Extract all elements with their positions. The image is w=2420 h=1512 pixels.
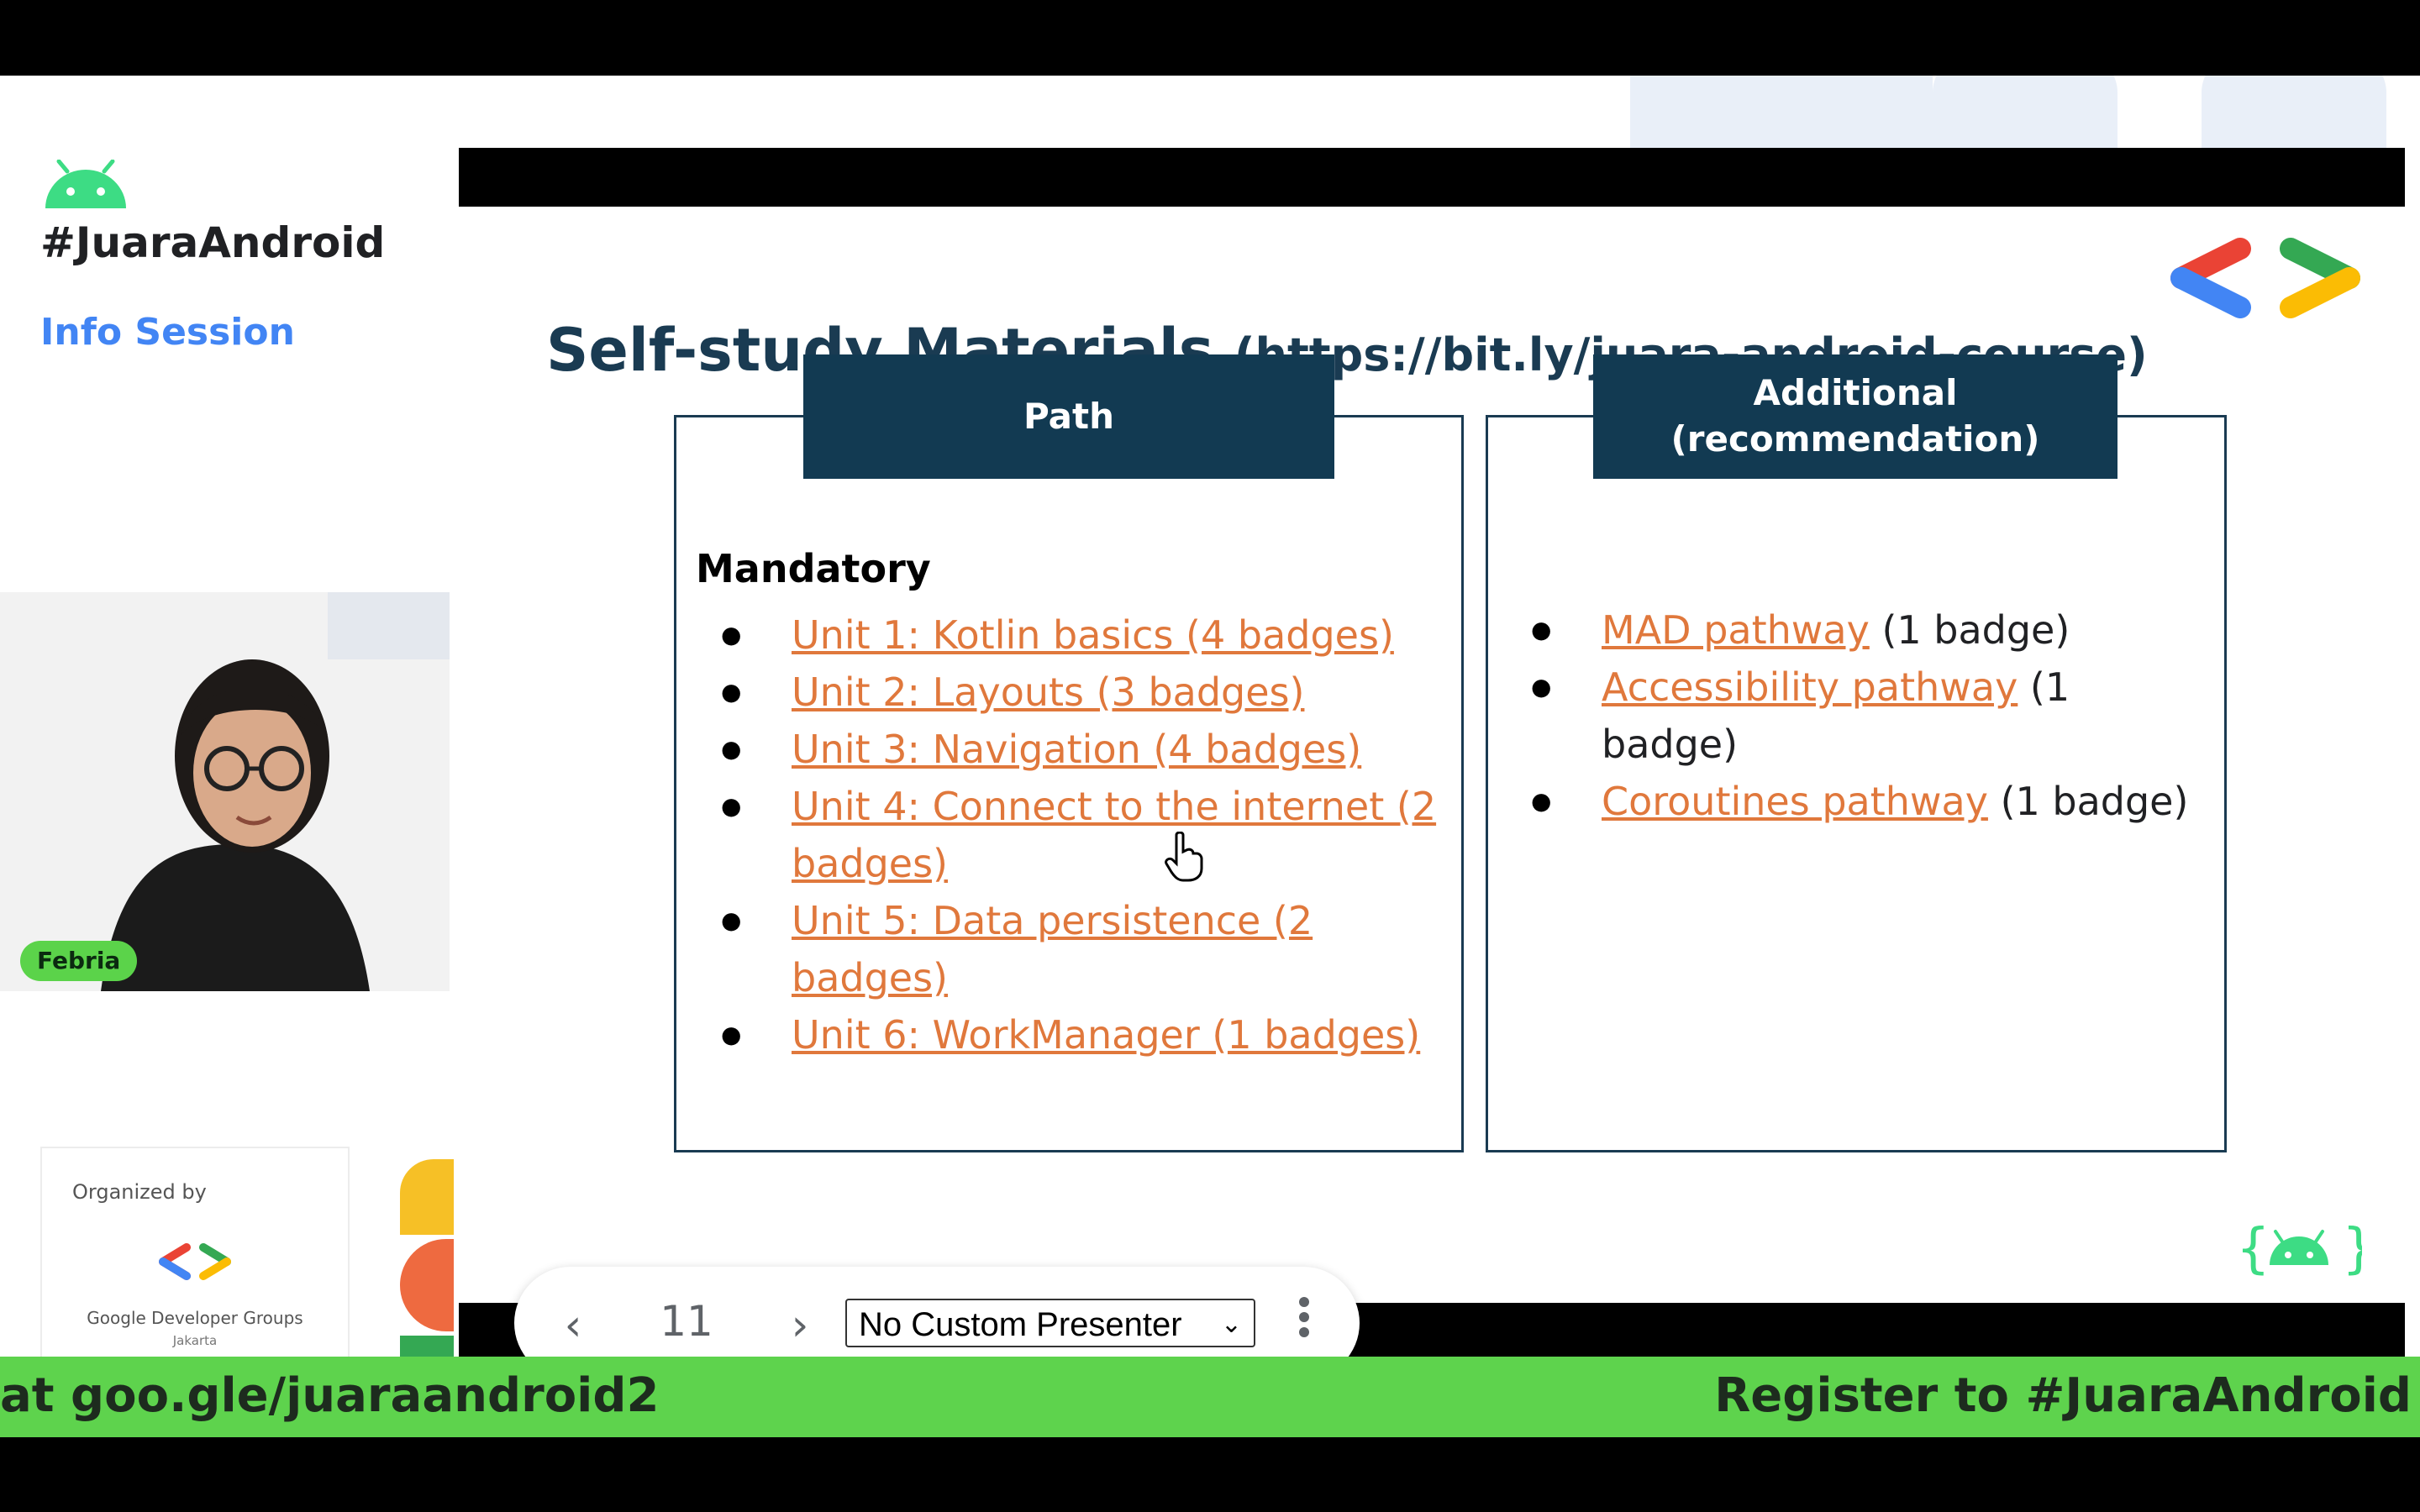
organizer-city: Jakarta: [172, 1333, 218, 1348]
letterbox-bar: [459, 148, 2405, 207]
chevron-left-icon[interactable]: ‹: [548, 1300, 598, 1351]
additional-header-line1: Additional: [1753, 372, 1958, 414]
presenter-toolbar: ‹ 11 › No Custom Presenter ⌄: [514, 1267, 1360, 1357]
decorative-shape: [400, 1239, 454, 1331]
list-item: Unit 3: Navigation (4 badges): [721, 721, 1444, 778]
more-vertical-icon[interactable]: [1287, 1292, 1321, 1354]
organizer-name: Google Developer Groups: [87, 1308, 303, 1328]
additional-list: MAD pathway (1 badge) Accessibility path…: [1531, 601, 2212, 830]
unit-4-link[interactable]: Unit 4: Connect to the internet (2 badge…: [792, 784, 1436, 886]
list-item: Unit 5: Data persistence (2 badges): [721, 892, 1444, 1006]
chevron-down-icon: ⌄: [1220, 1310, 1242, 1338]
accessibility-pathway-link[interactable]: Accessibility pathway: [1602, 664, 2018, 710]
participant-avatar: [0, 592, 450, 991]
coroutines-pathway-link[interactable]: Coroutines pathway: [1602, 779, 1988, 824]
mandatory-list: Unit 1: Kotlin basics (4 badges) Unit 2:…: [721, 606, 1444, 1063]
badge-count: (1 badge): [1881, 607, 2070, 653]
ticker-left-text: at goo.gle/juaraandroid2: [0, 1368, 660, 1423]
list-item: Unit 2: Layouts (3 badges): [721, 664, 1444, 721]
ticker-right-text: Register to #JuaraAndroid: [1714, 1368, 2412, 1423]
organizer-card: Organized by Google Developer Groups Jak…: [40, 1147, 350, 1357]
more-dot: [1299, 1327, 1309, 1337]
organized-by-label: Organized by: [72, 1180, 207, 1204]
mad-pathway-link[interactable]: MAD pathway: [1602, 607, 1870, 653]
decorative-shape: [2202, 76, 2386, 151]
gdg-logo-icon: [159, 1243, 231, 1280]
presenter-select-value: No Custom Presenter: [859, 1306, 1182, 1343]
path-panel-header: Path: [803, 354, 1334, 479]
event-stage: #JuaraAndroid Info Session Febria Organi…: [0, 76, 2420, 1357]
unit-5-link[interactable]: Unit 5: Data persistence (2 badges): [792, 898, 1313, 1000]
unit-1-link[interactable]: Unit 1: Kotlin basics (4 badges): [792, 612, 1394, 658]
participant-video: [0, 592, 450, 991]
presenter-select[interactable]: No Custom Presenter ⌄: [845, 1299, 1255, 1347]
unit-3-link[interactable]: Unit 3: Navigation (4 badges): [792, 727, 1361, 772]
list-item: MAD pathway (1 badge): [1531, 601, 2212, 659]
event-ticker: at goo.gle/juaraandroid2 Register to #Ju…: [0, 1357, 2420, 1437]
event-subtitle: Info Session: [40, 311, 295, 354]
hand-cursor-icon: [1165, 832, 1203, 882]
participant-name-tag: Febria: [20, 941, 138, 981]
android-bracket-logo-icon: { }: [2236, 1218, 2362, 1280]
google-developers-logo-icon: [2170, 238, 2360, 318]
additional-header-line2: (recommendation): [1670, 418, 2040, 459]
list-item: Coroutines pathway (1 badge): [1531, 773, 2212, 830]
page-number: 11: [660, 1297, 713, 1346]
more-dot: [1299, 1297, 1309, 1307]
badge-count: (1 badge): [2000, 779, 2189, 824]
list-item: Unit 6: WorkManager (1 badges): [721, 1006, 1444, 1063]
unit-2-link[interactable]: Unit 2: Layouts (3 badges): [792, 669, 1304, 715]
presentation-slide: Self-study Materials (https://bit.ly/jua…: [459, 148, 2405, 1357]
list-item: Unit 4: Connect to the internet (2 badge…: [721, 778, 1444, 892]
list-item: Unit 1: Kotlin basics (4 badges): [721, 606, 1444, 664]
chevron-right-icon[interactable]: ›: [775, 1300, 825, 1351]
additional-panel-header: Additional (recommendation): [1593, 354, 2118, 479]
mandatory-label: Mandatory: [696, 546, 931, 591]
decorative-shape: [400, 1336, 454, 1357]
decorative-shape: [1630, 76, 1933, 151]
more-dot: [1299, 1312, 1309, 1322]
list-item: Accessibility pathway (1 badge): [1531, 659, 2212, 773]
svg-text:}: }: [2342, 1218, 2362, 1280]
unit-6-link[interactable]: Unit 6: WorkManager (1 badges): [792, 1012, 1420, 1058]
event-brand: #JuaraAndroid: [40, 218, 386, 267]
decorative-shape: [1933, 76, 2118, 151]
android-logo-icon: [45, 160, 126, 208]
svg-text:{: {: [2236, 1218, 2270, 1280]
decorative-shape: [400, 1159, 454, 1235]
